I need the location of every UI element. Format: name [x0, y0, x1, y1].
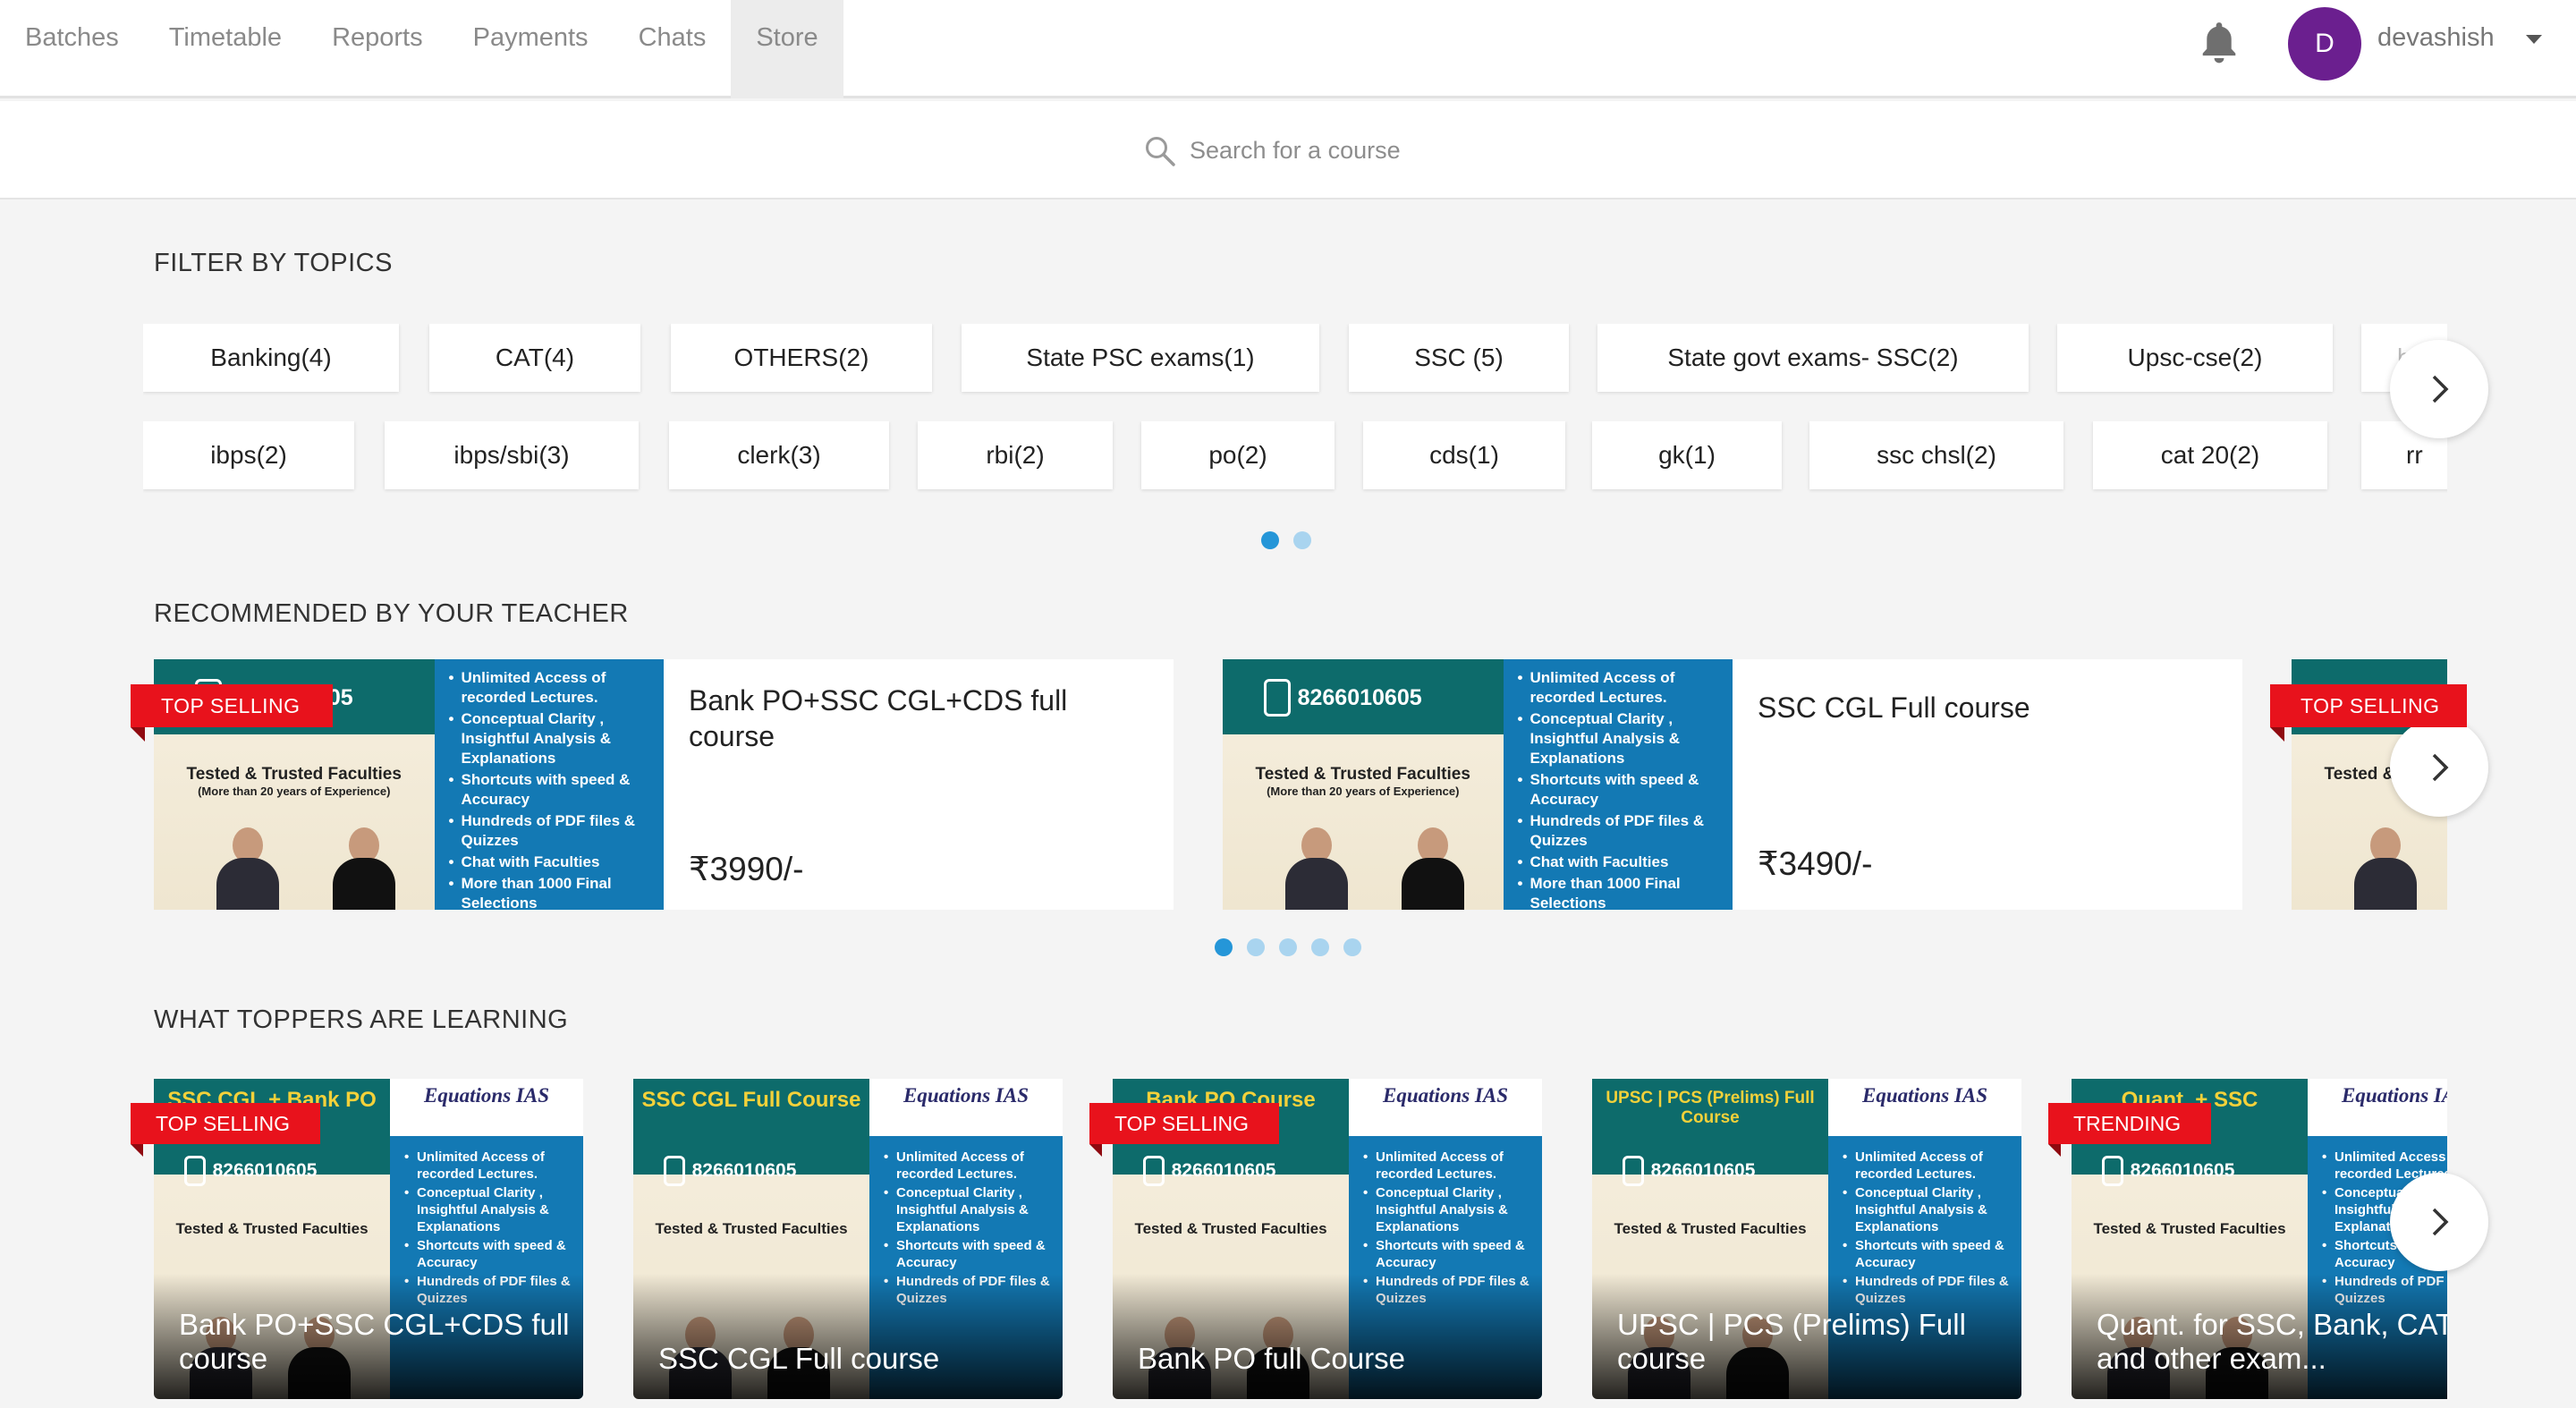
- phone-icon: [1622, 1155, 1644, 1186]
- recommended-carousel: 8266010605 Tested & Trusted Faculties (M…: [131, 659, 2488, 910]
- nav-tabs: Batches Timetable Reports Payments Chats…: [0, 0, 843, 98]
- pagination-dot[interactable]: [1279, 938, 1297, 956]
- topic-chip[interactable]: ssc chsl(2): [1809, 421, 2063, 489]
- username[interactable]: devashish: [2377, 23, 2495, 53]
- brand-logo: Equations IAS: [869, 1079, 1063, 1137]
- filter-section-title: FILTER BY TOPICS: [154, 249, 393, 277]
- chevron-right-icon: [2432, 753, 2449, 782]
- course-title: SSC CGL Full course: [658, 1342, 940, 1375]
- brand-logo: Equations IAS: [1349, 1079, 1542, 1137]
- topics-next-arrow[interactable]: [2390, 340, 2488, 438]
- avatar[interactable]: D: [2288, 7, 2361, 81]
- recommended-track: 8266010605 Tested & Trusted Faculties (M…: [154, 659, 2447, 910]
- topic-chip-row-2: ibps(2) ibps/sbi(3) clerk(3) rbi(2) po(2…: [143, 421, 2447, 493]
- faculty-photo: [333, 827, 395, 910]
- brand-logo: Equations IAS: [2308, 1079, 2447, 1137]
- tab-reports[interactable]: Reports: [307, 0, 448, 98]
- phone-number: 8266010605: [1263, 679, 1422, 717]
- topic-chip[interactable]: gk(1): [1592, 421, 1782, 489]
- phone-icon: [183, 1155, 206, 1186]
- course-title: Bank PO full Course: [1138, 1342, 1405, 1375]
- topic-chip[interactable]: Banking(4): [143, 324, 399, 392]
- course-title: Bank PO+SSC CGL+CDS full course: [689, 684, 1068, 752]
- topic-chip[interactable]: State govt exams- SSC(2): [1597, 324, 2029, 392]
- topper-course-card[interactable]: UPSC | PCS (Prelims) Full Course Equatio…: [1592, 1079, 2021, 1399]
- course-price: ₹3990/-: [689, 851, 804, 887]
- topic-chip[interactable]: clerk(3): [669, 421, 889, 489]
- phone-icon: [1142, 1155, 1165, 1186]
- recommended-next-arrow[interactable]: [2390, 718, 2488, 817]
- bell-icon[interactable]: [2197, 20, 2241, 68]
- top-selling-badge: TOP SELLING: [2270, 684, 2467, 742]
- course-title: UPSC | PCS (Prelims) Full course: [1617, 1308, 1966, 1375]
- top-selling-badge: TOP SELLING: [131, 684, 333, 742]
- course-title: Bank PO+SSC CGL+CDS full course: [179, 1308, 570, 1375]
- pagination-dot[interactable]: [1293, 531, 1311, 549]
- course-title: Quant. for SSC, Bank, CAT and other exam…: [2097, 1308, 2447, 1375]
- brand-logo: Equations IAS: [390, 1079, 583, 1137]
- search-input[interactable]: [1190, 128, 1726, 173]
- faculty-photo: [2354, 827, 2417, 910]
- pagination-dot[interactable]: [1247, 938, 1265, 956]
- course-price: ₹3490/-: [1758, 845, 1873, 882]
- topic-chip[interactable]: cat 20(2): [2093, 421, 2327, 489]
- topic-chip[interactable]: Upsc-cse(2): [2057, 324, 2333, 392]
- topics-pagination-dots: [1261, 531, 1311, 549]
- course-features: Unlimited Access of recorded Lectures. C…: [434, 659, 664, 910]
- phone-number: 8266010605: [1622, 1155, 1755, 1186]
- search-bar: [0, 101, 2576, 199]
- topic-chip-row-1: Banking(4) CAT(4) OTHERS(2) State PSC ex…: [143, 324, 2447, 395]
- recommended-pagination-dots: [1215, 938, 1361, 956]
- brand-logo: Equations IAS: [1828, 1079, 2021, 1137]
- faculty-photo: [1402, 827, 1464, 910]
- top-selling-badge: TOP SELLING: [1089, 1103, 1279, 1157]
- chevron-right-icon: [2432, 375, 2449, 403]
- pagination-dot[interactable]: [1215, 938, 1233, 956]
- recommended-section-title: RECOMMENDED BY YOUR TEACHER: [154, 599, 629, 628]
- phone-icon: [1263, 679, 1291, 717]
- topper-course-card[interactable]: SSC CGL Full Course Equations IAS 826601…: [633, 1079, 1063, 1399]
- faculty-photo: [216, 827, 279, 910]
- phone-number: 8266010605: [1142, 1155, 1275, 1186]
- tab-timetable[interactable]: Timetable: [144, 0, 307, 98]
- tab-chats[interactable]: Chats: [614, 0, 732, 98]
- topic-chip[interactable]: rbi(2): [918, 421, 1113, 489]
- topic-chip[interactable]: CAT(4): [429, 324, 640, 392]
- tab-batches[interactable]: Batches: [0, 0, 144, 98]
- course-features: Unlimited Access of recorded Lectures. C…: [1503, 659, 1733, 910]
- tab-payments[interactable]: Payments: [448, 0, 614, 98]
- top-navigation-bar: Batches Timetable Reports Payments Chats…: [0, 0, 2576, 98]
- topic-chip[interactable]: State PSC exams(1): [962, 324, 1319, 392]
- phone-icon: [2101, 1155, 2123, 1186]
- course-title: SSC CGL Full course: [1758, 691, 2030, 724]
- faculty-photo: [1285, 827, 1348, 910]
- topic-chip[interactable]: ibps/sbi(3): [385, 421, 639, 489]
- phone-number: 8266010605: [183, 1155, 317, 1186]
- pagination-dot[interactable]: [1311, 938, 1329, 956]
- topic-chip[interactable]: OTHERS(2): [671, 324, 932, 392]
- topic-chip[interactable]: ibps(2): [143, 421, 354, 489]
- phone-number: 8266010605: [663, 1155, 796, 1186]
- toppers-next-arrow[interactable]: [2390, 1173, 2488, 1271]
- chevron-down-icon[interactable]: [2524, 32, 2544, 47]
- search-icon: [1143, 134, 1177, 168]
- pagination-dot[interactable]: [1343, 938, 1361, 956]
- tab-store[interactable]: Store: [731, 0, 843, 98]
- pagination-dot[interactable]: [1261, 531, 1279, 549]
- course-thumbnail: 8266010605 Tested & Trusted Faculties (M…: [1223, 659, 1733, 910]
- recommended-course-card[interactable]: 8266010605 Tested & Trusted Faculties (M…: [1223, 659, 2242, 910]
- topic-chip[interactable]: po(2): [1141, 421, 1335, 489]
- toppers-section-title: WHAT TOPPERS ARE LEARNING: [154, 1005, 569, 1034]
- topic-chip[interactable]: cds(1): [1363, 421, 1565, 489]
- trending-badge: TRENDING: [2048, 1103, 2212, 1157]
- topic-chip[interactable]: SSC (5): [1349, 324, 1569, 392]
- top-selling-badge: TOP SELLING: [131, 1103, 320, 1157]
- chevron-right-icon: [2432, 1208, 2449, 1236]
- phone-number: 8266010605: [2101, 1155, 2234, 1186]
- phone-icon: [663, 1155, 685, 1186]
